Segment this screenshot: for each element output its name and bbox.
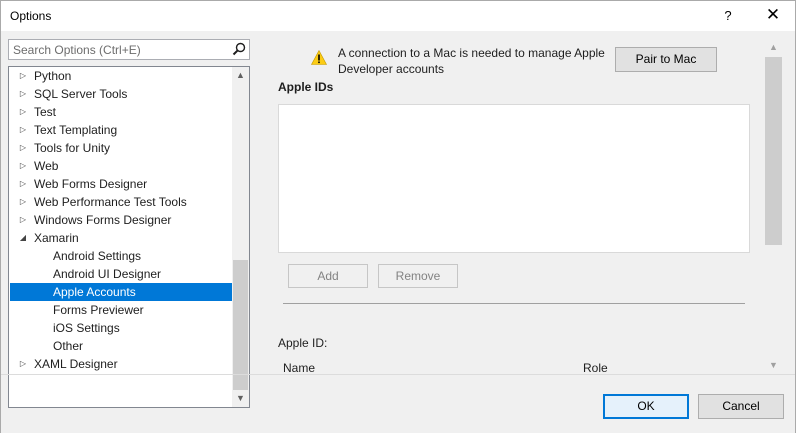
scroll-thumb[interactable] [233,260,248,390]
tree-item[interactable]: iOS Settings [10,319,232,337]
tree-item[interactable]: ◢ Xamarin [10,229,232,247]
add-button[interactable]: Add [288,264,368,288]
collapsed-arrow-icon[interactable]: ▷ [18,139,28,157]
warning-icon [311,50,327,65]
column-header-name[interactable]: Name [283,361,315,375]
tree-scrollbar[interactable]: ▲ ▼ [232,67,249,407]
tree-item-label: Test [34,105,57,119]
column-header-role[interactable]: Role [583,361,608,375]
tree-item-label: Other [53,339,84,353]
tree-item[interactable]: ▷ Web Performance Test Tools [10,193,232,211]
search-input[interactable] [9,40,231,59]
tree-item[interactable]: ▷ Python [10,67,232,85]
tree-item-label: Xamarin [34,231,79,245]
collapsed-arrow-icon[interactable]: ▷ [18,103,28,121]
tree-item-label: Text Templating [34,123,118,137]
collapsed-arrow-icon[interactable]: ▷ [18,67,28,85]
collapsed-arrow-icon[interactable]: ▷ [18,157,28,175]
apple-ids-heading: Apple IDs [278,80,334,94]
options-dialog: Options ? ✕ ▷ Python ▷ SQL Server Tools ▷ Tes… [0,0,796,433]
tree-item-label: Web Forms Designer [34,177,148,191]
ok-button[interactable]: OK [603,394,689,419]
tree-item-label: Android Settings [53,249,142,263]
mac-connection-warning: A connection to a Mac is needed to manag… [338,46,605,76]
scroll-up-icon[interactable]: ▲ [232,67,249,84]
collapsed-arrow-icon[interactable]: ▷ [18,211,28,229]
tree-item-label: Web Performance Test Tools [34,195,187,209]
tree-item[interactable]: ▷ SQL Server Tools [10,85,232,103]
tree-item-label: Windows Forms Designer [34,213,172,227]
scroll-up-icon[interactable]: ▲ [765,39,782,56]
search-icon[interactable] [232,42,246,56]
divider [283,303,745,304]
tree-item[interactable]: ▷ Tools for Unity [10,139,232,157]
tree-item-label: Android UI Designer [53,267,162,281]
scroll-down-icon[interactable]: ▼ [765,357,782,374]
apple-accounts-panel: A connection to a Mac is needed to manag… [267,39,783,379]
collapsed-arrow-icon[interactable]: ▷ [18,175,28,193]
collapsed-arrow-icon[interactable]: ▷ [18,85,28,103]
tree-item-label: SQL Server Tools [34,87,128,101]
cancel-button[interactable]: Cancel [698,394,784,419]
scroll-down-icon[interactable]: ▼ [232,390,249,407]
search-box [8,39,250,60]
tree-item[interactable]: ▷ Web [10,157,232,175]
tree-item[interactable]: ▷ Test [10,103,232,121]
tree-item-label: XAML Designer [34,357,118,371]
apple-ids-list[interactable] [278,104,750,253]
collapsed-arrow-icon[interactable]: ▷ [18,121,28,139]
tree-list: ▷ Python ▷ SQL Server Tools ▷ Test ▷ Text Templ… [10,67,232,373]
tree-item-label: Web [34,159,59,173]
options-tree: ▷ Python ▷ SQL Server Tools ▷ Test ▷ Text Templ… [8,66,250,408]
panel-scrollbar[interactable]: ▲ ▼ [765,39,782,374]
dialog-body: ▷ Python ▷ SQL Server Tools ▷ Test ▷ Text Templ… [1,31,795,433]
tree-item-label: Forms Previewer [53,303,144,317]
tree-item-label: Tools for Unity [34,141,111,155]
tree-item[interactable]: Apple Accounts [10,283,232,301]
tree-item[interactable]: ▷ Text Templating [10,121,232,139]
pair-to-mac-button[interactable]: Pair to Mac [615,47,717,72]
footer-divider [1,374,795,375]
expanded-arrow-icon[interactable]: ◢ [18,229,28,247]
tree-item-label: Apple Accounts [53,285,136,299]
window-title: Options [10,9,52,23]
tree-item-label: Python [34,69,72,83]
help-button[interactable]: ? [713,3,743,29]
close-icon: ✕ [765,5,781,24]
tree-item[interactable]: ▷ Windows Forms Designer [10,211,232,229]
tree-item[interactable]: Android Settings [10,247,232,265]
collapsed-arrow-icon[interactable]: ▷ [18,355,28,373]
tree-item[interactable]: Other [10,337,232,355]
remove-button[interactable]: Remove [378,264,458,288]
tree-item[interactable]: Forms Previewer [10,301,232,319]
tree-item[interactable]: ▷ Web Forms Designer [10,175,232,193]
tree-item-label: iOS Settings [53,321,120,335]
scroll-thumb[interactable] [765,57,782,245]
close-button[interactable]: ✕ [757,3,789,29]
tree-item[interactable]: ▷ XAML Designer [10,355,232,373]
title-bar: Options ? ✕ [1,1,795,31]
apple-id-label: Apple ID: [278,336,328,350]
collapsed-arrow-icon[interactable]: ▷ [18,193,28,211]
tree-item[interactable]: Android UI Designer [10,265,232,283]
